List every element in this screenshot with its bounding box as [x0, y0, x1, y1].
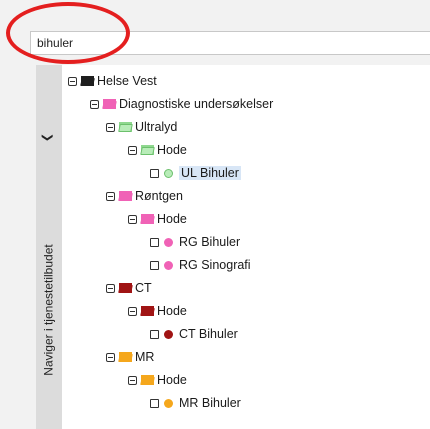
collapse-icon[interactable]	[128, 214, 137, 224]
folder-open-icon	[102, 99, 117, 109]
folder-open-icon	[118, 191, 133, 201]
tree-node-mr[interactable]: MR	[106, 347, 154, 367]
tree-node-helse-vest[interactable]: Helse Vest	[68, 71, 157, 91]
select-checkbox[interactable]	[150, 329, 159, 339]
tree-leaf-ul-bihuler[interactable]: UL Bihuler	[150, 163, 241, 183]
collapse-icon[interactable]	[128, 375, 137, 385]
folder-open-icon	[140, 306, 155, 316]
green-dot-icon	[164, 168, 173, 178]
collapse-icon[interactable]	[106, 191, 115, 201]
tree-node-ct[interactable]: CT	[106, 278, 152, 298]
tree-leaf-ct-bihuler[interactable]: CT Bihuler	[150, 324, 238, 344]
tree-node-label: MR	[135, 350, 155, 364]
folder-open-icon	[118, 283, 133, 293]
chevron-left-icon[interactable]: ❮	[40, 133, 53, 142]
folder-open-icon	[140, 375, 155, 385]
tree-node-label: Hode	[157, 143, 187, 157]
collapse-icon[interactable]	[128, 145, 137, 155]
folder-open-icon	[140, 214, 155, 224]
collapse-icon[interactable]	[128, 306, 137, 316]
tree-node-label: Hode	[157, 304, 187, 318]
tree-leaf-label: RG Bihuler	[179, 235, 241, 249]
tree-leaf-label: UL Bihuler	[179, 166, 241, 180]
tree-node-label: Hode	[157, 373, 187, 387]
folder-open-icon	[118, 122, 133, 132]
service-tree: Helse Vest Diagnostiske undersøkelser Ul…	[62, 65, 430, 429]
search-input[interactable]	[37, 32, 417, 54]
select-checkbox[interactable]	[150, 237, 159, 247]
collapse-icon[interactable]	[90, 99, 99, 109]
tree-node-label: Helse Vest	[97, 74, 157, 88]
select-checkbox[interactable]	[150, 398, 159, 408]
tree-leaf-label: MR Bihuler	[179, 396, 241, 410]
tree-leaf-mr-bihuler[interactable]: MR Bihuler	[150, 393, 241, 413]
select-checkbox[interactable]	[150, 168, 159, 178]
orange-dot-icon	[164, 398, 173, 408]
tree-node-label: Røntgen	[135, 189, 183, 203]
tree-node-diagnostiske[interactable]: Diagnostiske undersøkelser	[90, 94, 273, 114]
nav-tab[interactable]: ❮ Naviger i tjenestetilbudet	[36, 65, 63, 429]
collapse-icon[interactable]	[106, 352, 115, 362]
select-checkbox[interactable]	[150, 260, 159, 270]
tree-node-ct-hode[interactable]: Hode	[128, 301, 187, 321]
tree-leaf-rg-bihuler[interactable]: RG Bihuler	[150, 232, 240, 252]
tree-node-label: CT	[135, 281, 152, 295]
collapse-icon[interactable]	[106, 122, 115, 132]
tree-node-ultralyd[interactable]: Ultralyd	[106, 117, 177, 137]
collapse-icon[interactable]	[68, 76, 77, 86]
folder-open-icon	[118, 352, 133, 362]
tree-node-rontgen-hode[interactable]: Hode	[128, 209, 187, 229]
red-dot-icon	[164, 329, 173, 339]
tree-node-ultralyd-hode[interactable]: Hode	[128, 140, 187, 160]
tree-node-label: Diagnostiske undersøkelser	[119, 97, 274, 111]
pink-dot-icon	[164, 237, 173, 247]
folder-open-icon	[140, 145, 155, 155]
tree-leaf-rg-sinografi[interactable]: RG Sinografi	[150, 255, 251, 275]
tree-node-mr-hode[interactable]: Hode	[128, 370, 187, 390]
pink-dot-icon	[164, 260, 173, 270]
nav-tab-label-wrap: Naviger i tjenestetilbudet	[35, 205, 62, 415]
tree-node-rontgen[interactable]: Røntgen	[106, 186, 183, 206]
tree-leaf-label: CT Bihuler	[179, 327, 238, 341]
collapse-icon[interactable]	[106, 283, 115, 293]
nav-tab-label: Naviger i tjenestetilbudet	[41, 244, 56, 376]
folder-open-icon	[80, 76, 95, 86]
tree-node-label: Ultralyd	[135, 120, 178, 134]
tree-node-label: Hode	[157, 212, 187, 226]
tree-leaf-label: RG Sinografi	[179, 258, 251, 272]
search-box	[30, 31, 430, 55]
